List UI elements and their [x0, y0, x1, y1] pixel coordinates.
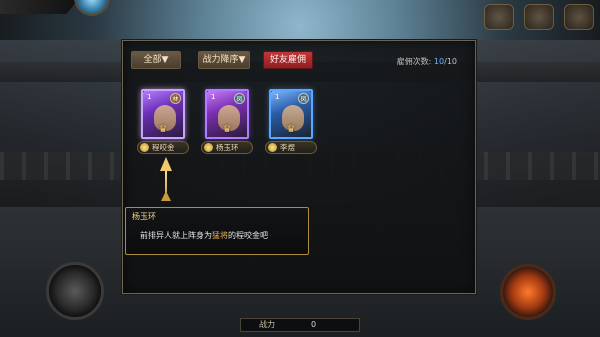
hero-card-cheng-yaojin[interactable]: 1 林 ♛: [141, 89, 185, 139]
power-bar: 战力 0: [240, 318, 360, 332]
hire-panel: 全部▼ 战力降序▼ 好友雇佣 雇佣次数: 10/10 1 林 ♛ 1 凤 ♛ 1…: [122, 40, 476, 294]
coin-icon: [204, 143, 213, 152]
dialog-text-after: 的程咬金吧: [228, 231, 268, 240]
arrow-icon: [160, 157, 172, 201]
settings-icon[interactable]: [524, 4, 554, 30]
dialog-text-before: 前排异人就上阵身为: [140, 231, 212, 240]
hire-count-label: 雇佣次数:: [396, 57, 432, 66]
top-right-icons: [484, 4, 594, 30]
power-sort-button[interactable]: 战力降序▼: [198, 51, 250, 69]
hero-faction-badge: 凤: [298, 93, 309, 104]
hero-name-pill: 李煜: [265, 141, 317, 154]
crown-icon: ♛: [286, 124, 296, 135]
power-value: 0: [311, 320, 317, 329]
tutorial-dialog[interactable]: 杨玉环 前排异人就上阵身为猛将的程咬金吧: [125, 207, 309, 255]
friend-hire-button[interactable]: 好友雇佣: [263, 51, 313, 69]
coin-icon: [140, 143, 149, 152]
hero-name-pill: 程咬金: [137, 141, 189, 154]
arrow-head: [160, 157, 172, 171]
hero-faction-badge: 凤: [234, 93, 245, 104]
crown-icon: ♛: [222, 124, 232, 135]
hero-faction-badge: 林: [170, 93, 181, 104]
hero-name-pill: 杨玉环: [201, 141, 253, 154]
crown-icon: ♛: [158, 124, 168, 135]
chat-icon[interactable]: [564, 4, 594, 30]
hero-name: 杨玉环: [216, 143, 239, 152]
hire-count-current: 10: [433, 57, 445, 66]
hero-name: 程咬金: [152, 143, 175, 152]
hero-level: 1: [211, 93, 216, 101]
hero-level: 1: [147, 93, 152, 101]
dialog-speaker: 杨玉环: [132, 212, 156, 221]
hero-level: 1: [275, 93, 280, 101]
dialog-highlight: 猛将: [212, 231, 228, 240]
hire-count-total: 10: [446, 57, 457, 66]
hero-card-li-yu[interactable]: 1 凤 ♛: [269, 89, 313, 139]
right-skill-ring[interactable]: [500, 264, 556, 320]
coin-icon: [268, 143, 277, 152]
hero-name: 李煜: [280, 143, 295, 152]
left-skill-ring[interactable]: [46, 262, 104, 320]
top-left-bar[interactable]: [0, 0, 78, 14]
menu-icon[interactable]: [484, 4, 514, 30]
filter-all-button[interactable]: 全部▼: [131, 51, 181, 69]
power-label: 战力: [259, 320, 275, 329]
hire-count: 雇佣次数: 10/10: [397, 56, 457, 67]
hero-card-yang-yuhuan[interactable]: 1 凤 ♛: [205, 89, 249, 139]
arrow-tail: [161, 191, 171, 201]
dialog-text: 前排异人就上阵身为猛将的程咬金吧: [140, 230, 268, 241]
